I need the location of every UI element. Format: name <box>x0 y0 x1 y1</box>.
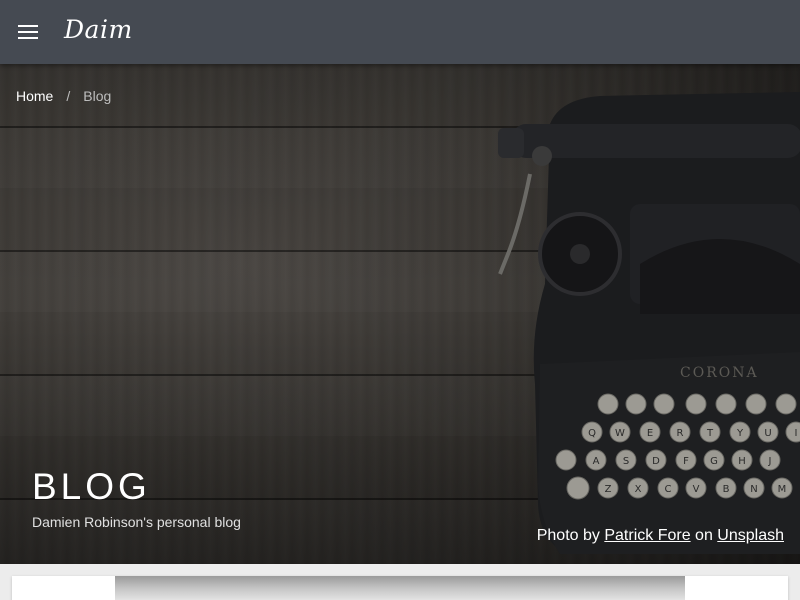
photo-credit: Photo by Patrick Fore on Unsplash <box>537 527 784 545</box>
svg-text:B: B <box>723 484 730 495</box>
svg-text:I: I <box>795 428 798 439</box>
menu-icon[interactable] <box>17 20 41 44</box>
top-app-bar: Daim <box>0 0 800 64</box>
page-title: BLOG <box>32 466 151 507</box>
svg-text:F: F <box>683 456 689 467</box>
svg-text:D: D <box>652 456 660 467</box>
breadcrumb-home-link[interactable]: Home <box>16 88 53 104</box>
svg-text:E: E <box>647 428 653 439</box>
svg-text:X: X <box>635 484 642 495</box>
svg-text:G: G <box>710 456 718 467</box>
svg-text:U: U <box>764 428 771 439</box>
brand-logo[interactable]: Daim <box>64 17 133 42</box>
svg-text:Q: Q <box>588 428 596 439</box>
breadcrumb-separator: / <box>66 88 71 104</box>
svg-text:H: H <box>738 456 746 467</box>
photo-author-link[interactable]: Patrick Fore <box>604 527 690 544</box>
blog-post-thumbnail[interactable] <box>115 576 685 600</box>
photo-source-link[interactable]: Unsplash <box>717 527 784 544</box>
svg-text:CORONA: CORONA <box>680 365 759 381</box>
svg-text:C: C <box>665 484 672 495</box>
photo-credit-prefix: Photo by <box>536 527 600 544</box>
svg-text:Z: Z <box>605 484 612 495</box>
breadcrumb: Home / Blog <box>16 88 111 104</box>
blog-post-card[interactable] <box>12 576 788 600</box>
svg-text:N: N <box>750 484 757 495</box>
svg-text:J: J <box>768 456 772 467</box>
svg-text:V: V <box>693 484 700 495</box>
svg-text:Y: Y <box>736 428 744 439</box>
photo-credit-middle: on <box>695 527 713 544</box>
svg-text:A: A <box>593 456 600 467</box>
typewriter-image: CORONA Q W E R T Y U I A S D F G H J Z X C V B N M <box>498 92 800 554</box>
svg-text:R: R <box>677 428 684 439</box>
hero-banner: CORONA Q W E R T Y U I A S D F G H J Z X C V B N M Ho… <box>0 64 800 564</box>
svg-text:M: M <box>778 484 787 495</box>
svg-text:W: W <box>615 428 625 439</box>
breadcrumb-current: Blog <box>83 88 112 104</box>
svg-text:T: T <box>706 428 714 439</box>
page-subtitle: Damien Robinson's personal blog <box>32 514 241 530</box>
svg-text:S: S <box>623 456 629 467</box>
